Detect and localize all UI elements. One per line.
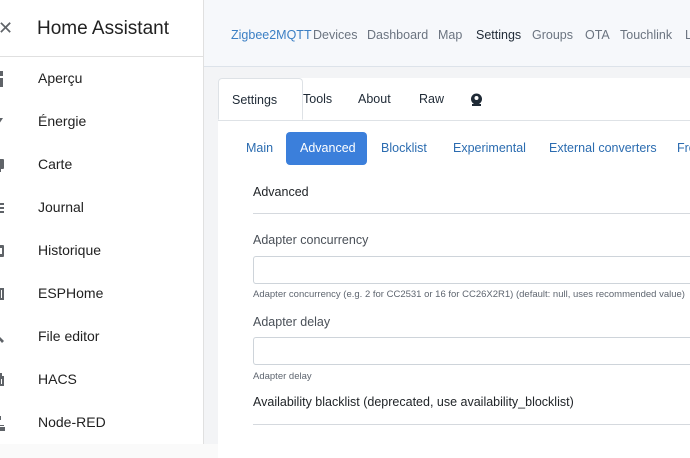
- nav-logs[interactable]: L: [685, 28, 690, 42]
- section-divider: [253, 424, 690, 425]
- brand-link[interactable]: Zigbee2MQTT: [231, 28, 312, 42]
- nav-settings[interactable]: Settings: [476, 28, 521, 42]
- sidebar-item-file-editor[interactable]: File editor: [0, 316, 203, 358]
- tab-raw[interactable]: Raw: [419, 78, 444, 120]
- nav-devices[interactable]: Devices: [313, 28, 357, 42]
- section-title: Advanced: [253, 185, 309, 199]
- tab-tools[interactable]: Tools: [303, 78, 332, 120]
- close-sidebar-icon[interactable]: ✕: [0, 16, 13, 40]
- settings-card: Settings Tools About Raw Main Advanced B…: [218, 78, 690, 458]
- sidebar-item-journal[interactable]: Journal: [0, 187, 203, 229]
- main-content: Zigbee2MQTT Devices Dashboard Map Settin…: [204, 0, 690, 458]
- sidebar-item-label: Node-RED: [38, 414, 106, 430]
- energy-icon: [0, 118, 3, 123]
- sidebar-item-node-red[interactable]: Node-RED: [0, 402, 203, 444]
- sidebar-item-label: HACS: [38, 371, 77, 387]
- tab-about[interactable]: About: [358, 78, 391, 120]
- tab-settings[interactable]: Settings: [218, 78, 303, 120]
- sidebar-item-historique[interactable]: Historique: [0, 230, 203, 272]
- sidebar-item-hacs[interactable]: HACS: [0, 359, 203, 401]
- settings-tabs: Settings Tools About Raw: [218, 78, 690, 121]
- history-icon: [0, 245, 4, 257]
- sidebar: ✕ Home Assistant Aperçu Énergie Carte Jo…: [0, 0, 204, 444]
- sidebar-item-label: Journal: [38, 199, 84, 215]
- subtab-frontend[interactable]: Fro: [677, 132, 690, 165]
- sidebar-item-label: Énergie: [38, 113, 87, 129]
- availability-blacklist-title: Availability blacklist (deprecated, use …: [253, 395, 574, 409]
- adapter-concurrency-help: Adapter concurrency (e.g. 2 for CC2531 o…: [253, 289, 685, 300]
- map-icon: [0, 159, 4, 172]
- settings-subtabs: Main Advanced Blocklist Experimental Ext…: [218, 130, 690, 166]
- nav-touchlink[interactable]: Touchlink: [620, 28, 672, 42]
- adapter-concurrency-label: Adapter concurrency: [253, 233, 369, 247]
- sidebar-item-energie[interactable]: Énergie: [0, 101, 203, 143]
- adapter-concurrency-input[interactable]: [253, 256, 690, 284]
- hacs-icon: [0, 373, 4, 386]
- sidebar-item-label: ESPHome: [38, 285, 104, 301]
- sidebar-item-label: Aperçu: [38, 70, 83, 86]
- subtab-main[interactable]: Main: [246, 132, 273, 165]
- sidebar-item-label: Carte: [38, 156, 73, 172]
- nav-ota[interactable]: OTA: [585, 28, 610, 42]
- subtab-blocklist[interactable]: Blocklist: [381, 132, 427, 165]
- section-divider: [253, 213, 690, 214]
- nav-map[interactable]: Map: [438, 28, 462, 42]
- sidebar-header: ✕ Home Assistant: [0, 0, 203, 57]
- logbook-icon: [0, 203, 4, 213]
- adapter-delay-input[interactable]: [253, 337, 690, 365]
- subtab-experimental[interactable]: Experimental: [453, 132, 526, 165]
- top-navbar: Zigbee2MQTT Devices Dashboard Map Settin…: [204, 0, 690, 67]
- adapter-delay-help: Adapter delay: [253, 371, 312, 382]
- donate-icon: [471, 93, 482, 106]
- sidebar-item-apercu[interactable]: Aperçu: [0, 58, 203, 100]
- subtab-advanced[interactable]: Advanced: [286, 132, 367, 165]
- sidebar-item-esphome[interactable]: ESPHome: [0, 273, 203, 315]
- wrench-icon: [0, 337, 4, 343]
- sidebar-item-carte[interactable]: Carte: [0, 144, 203, 186]
- sidebar-item-label: Historique: [38, 242, 102, 258]
- nav-groups[interactable]: Groups: [532, 28, 573, 42]
- nav-dashboard[interactable]: Dashboard: [367, 28, 428, 42]
- esphome-icon: [0, 288, 4, 300]
- adapter-delay-label: Adapter delay: [253, 315, 331, 329]
- tab-donate[interactable]: [470, 78, 486, 120]
- overview-icon: [0, 71, 3, 87]
- app-title: Home Assistant: [37, 18, 169, 39]
- sidebar-item-label: File editor: [38, 328, 100, 344]
- subtab-external-converters[interactable]: External converters: [549, 132, 657, 165]
- sitemap-icon: [0, 416, 5, 431]
